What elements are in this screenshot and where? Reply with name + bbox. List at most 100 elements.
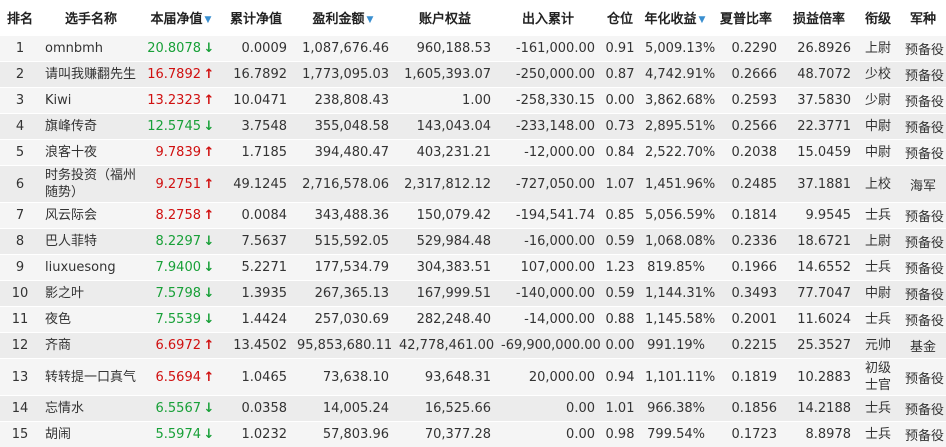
player-link[interactable]: 胡闹 [45, 427, 71, 442]
player-link[interactable]: 浪客十夜 [45, 145, 97, 160]
table-row[interactable]: 8巴人菲特8.2297↓7.5637515,592.05529,984.48-1… [0, 229, 946, 255]
nav-cell: 20.8078↓ [142, 36, 220, 62]
sharpe-cell: 0.2336 [710, 229, 782, 255]
player-name-cell: 旗峰传奇 [40, 114, 142, 140]
flow-cell: -727,050.00 [496, 166, 600, 203]
player-link[interactable]: 转转提一口真气 [45, 370, 136, 385]
equity-cell: 2,317,812.12 [394, 166, 496, 203]
header-col-rank: 排名 [0, 0, 40, 36]
rank-title-cell: 少尉 [856, 88, 900, 114]
annual-return-cell: 1,068.08% [640, 229, 710, 255]
header-label: 夏普比率 [720, 12, 772, 27]
profit-cell: 394,480.47 [292, 140, 394, 166]
pl-ratio-cell: 48.7072 [782, 62, 856, 88]
position-cell: 1.01 [600, 396, 640, 422]
rank-cell: 10 [0, 281, 40, 307]
nav-value: 7.5798 [156, 286, 202, 301]
rank-cell: 15 [0, 422, 40, 447]
flow-cell: -14,000.00 [496, 307, 600, 333]
table-row[interactable]: 14忘情水6.5567↓0.035814,005.2416,525.660.00… [0, 396, 946, 422]
header-col-sharpe: 夏普比率 [710, 0, 782, 36]
table-row[interactable]: 15胡闹5.5974↓1.023257,803.9670,377.280.000… [0, 422, 946, 447]
flow-cell: -12,000.00 [496, 140, 600, 166]
rank-cell: 5 [0, 140, 40, 166]
leaderboard-table: 排名选手名称本届净值▼累计净值盈利金额▼账户权益出入累计仓位年化收益▼夏普比率损… [0, 0, 946, 447]
equity-cell: 960,188.53 [394, 36, 496, 62]
table-row[interactable]: 1omnbmh20.8078↓0.00091,087,676.46960,188… [0, 36, 946, 62]
arrow-down-icon: ↓ [203, 234, 215, 249]
table-row[interactable]: 13转转提一口真气6.5694↑1.046573,638.1093,648.31… [0, 359, 946, 396]
nav-value: 8.2758 [156, 208, 202, 223]
player-link[interactable]: 巴人菲特 [45, 234, 97, 249]
rank-title-cell: 上尉 [856, 36, 900, 62]
player-link[interactable]: 旗峰传奇 [45, 119, 97, 134]
pl-ratio-cell: 9.9545 [782, 203, 856, 229]
player-link[interactable]: 齐商 [45, 338, 71, 353]
sort-desc-icon[interactable]: ▼ [699, 15, 706, 25]
branch-cell: 预备役 [900, 88, 946, 114]
rank-title-cell: 中尉 [856, 114, 900, 140]
sharpe-cell: 0.3493 [710, 281, 782, 307]
equity-cell: 150,079.42 [394, 203, 496, 229]
header-label: 军种 [910, 12, 936, 27]
branch-cell: 预备役 [900, 114, 946, 140]
branch-cell: 预备役 [900, 307, 946, 333]
table-row[interactable]: 5浪客十夜9.7839↑1.7185394,480.47403,231.21-1… [0, 140, 946, 166]
table-row[interactable]: 12齐商6.6972↑13.450295,853,680.1142,778,46… [0, 333, 946, 359]
nav-cell: 6.6972↑ [142, 333, 220, 359]
equity-cell: 529,984.48 [394, 229, 496, 255]
player-link[interactable]: liuxuesong [45, 260, 116, 275]
cum-nav-cell: 0.0358 [220, 396, 292, 422]
header-col-nav[interactable]: 本届净值▼ [142, 0, 220, 36]
equity-cell: 282,248.40 [394, 307, 496, 333]
sort-desc-icon[interactable]: ▼ [205, 15, 212, 25]
player-link[interactable]: 风云际会 [45, 208, 97, 223]
player-name-cell: 夜色 [40, 307, 142, 333]
annual-return-cell: 2,895.51% [640, 114, 710, 140]
annual-return-cell: 1,145.58% [640, 307, 710, 333]
branch-cell: 预备役 [900, 281, 946, 307]
table-row[interactable]: 4旗峰传奇12.5745↓3.7548355,048.58143,043.04-… [0, 114, 946, 140]
rank-title-cell: 士兵 [856, 307, 900, 333]
table-row[interactable]: 7风云际会8.2758↑0.0084343,488.36150,079.42-1… [0, 203, 946, 229]
player-name-cell: 影之叶 [40, 281, 142, 307]
branch-cell: 海军 [900, 166, 946, 203]
nav-cell: 7.5539↓ [142, 307, 220, 333]
branch-cell: 预备役 [900, 36, 946, 62]
table-row[interactable]: 2请叫我赚翻先生16.7892↑16.78921,773,095.031,605… [0, 62, 946, 88]
table-row[interactable]: 6时务投资（福州随势）9.2751↑49.12452,716,578.062,3… [0, 166, 946, 203]
sort-desc-icon[interactable]: ▼ [367, 15, 374, 25]
player-link[interactable]: 时务投资（福州随势） [45, 168, 136, 200]
cum-nav-cell: 5.2271 [220, 255, 292, 281]
header-col-pl-ratio: 损益倍率 [782, 0, 856, 36]
equity-cell: 167,999.51 [394, 281, 496, 307]
table-row[interactable]: 9liuxuesong7.9400↓5.2271177,534.79304,38… [0, 255, 946, 281]
player-link[interactable]: omnbmh [45, 41, 103, 56]
profit-cell: 177,534.79 [292, 255, 394, 281]
header-col-profit[interactable]: 盈利金额▼ [292, 0, 394, 36]
header-col-annual-return[interactable]: 年化收益▼ [640, 0, 710, 36]
player-link[interactable]: 请叫我赚翻先生 [45, 67, 136, 82]
table-row[interactable]: 3Kiwi13.2323↑10.0471238,808.431.00-258,3… [0, 88, 946, 114]
branch-cell: 预备役 [900, 203, 946, 229]
sharpe-cell: 0.2666 [710, 62, 782, 88]
table-row[interactable]: 10影之叶7.5798↓1.3935267,365.13167,999.51-1… [0, 281, 946, 307]
table-row[interactable]: 11夜色7.5539↓1.4424257,030.69282,248.40-14… [0, 307, 946, 333]
player-link[interactable]: 夜色 [45, 312, 71, 327]
player-name-cell: liuxuesong [40, 255, 142, 281]
sharpe-cell: 0.2038 [710, 140, 782, 166]
rank-title-cell: 中尉 [856, 140, 900, 166]
profit-cell: 267,365.13 [292, 281, 394, 307]
cum-nav-cell: 7.5637 [220, 229, 292, 255]
player-link[interactable]: Kiwi [45, 93, 71, 108]
sharpe-cell: 0.2290 [710, 36, 782, 62]
player-link[interactable]: 影之叶 [45, 286, 84, 301]
arrow-down-icon: ↓ [203, 286, 215, 301]
branch-cell: 预备役 [900, 359, 946, 396]
annual-return-cell: 991.19% [640, 333, 710, 359]
header-col-rank-title: 衔级 [856, 0, 900, 36]
flow-cell: 0.00 [496, 396, 600, 422]
position-cell: 0.87 [600, 62, 640, 88]
player-link[interactable]: 忘情水 [45, 401, 84, 416]
profit-cell: 355,048.58 [292, 114, 394, 140]
